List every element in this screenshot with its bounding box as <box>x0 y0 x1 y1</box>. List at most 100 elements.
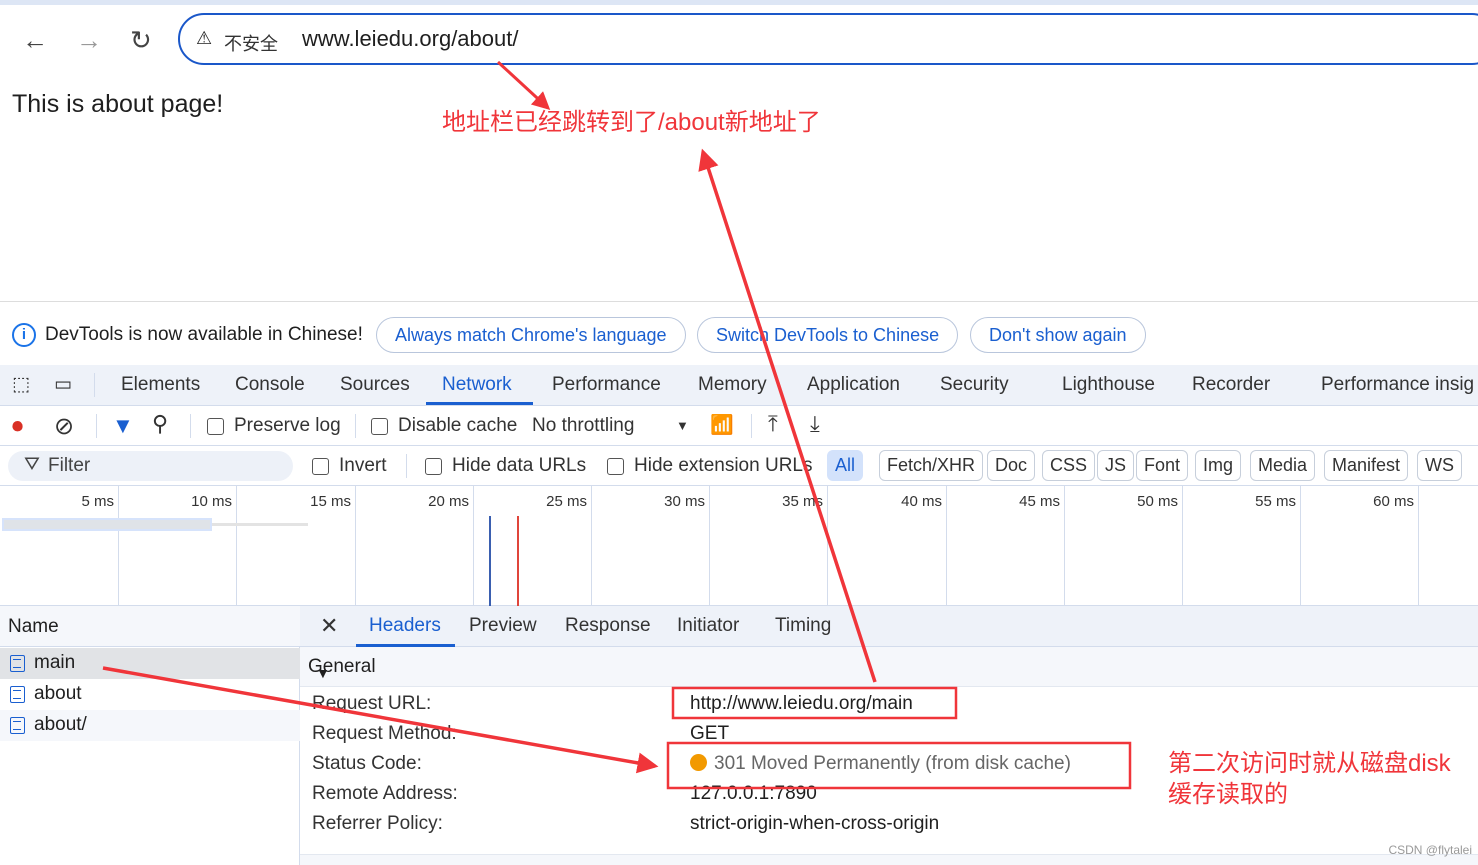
timeline-tick-label: 50 ms <box>1137 493 1178 510</box>
timeline-gridline <box>1064 486 1065 606</box>
details-tabbar: ✕ Headers Preview Response Initiator Tim… <box>300 606 1478 647</box>
name-header-label: Name <box>8 616 59 637</box>
reload-icon[interactable]: ↻ <box>130 27 152 53</box>
back-icon[interactable]: ← <box>22 27 48 53</box>
network-overview-timeline[interactable]: 5 ms 10 ms 15 ms 20 ms 25 ms 30 ms 35 ms 40 ms 4… <box>0 486 1478 606</box>
divider <box>190 414 191 438</box>
insecure-label[interactable]: 不安全 <box>224 30 278 56</box>
general-section-header[interactable]: ▼ General <box>300 647 1478 687</box>
preserve-log-checkbox[interactable] <box>207 418 224 435</box>
filter-placeholder: Filter <box>48 455 91 476</box>
upload-har-icon[interactable]: ⤒ <box>768 411 778 437</box>
status-text: 301 Moved Permanently (from disk cache) <box>714 753 1071 774</box>
dont-show-again-button[interactable]: Don't show again <box>970 317 1146 353</box>
timeline-gridline <box>1418 486 1419 606</box>
tab-security[interactable]: Security <box>940 374 1009 396</box>
tab-network[interactable]: Network <box>442 374 512 396</box>
request-name: main <box>34 652 76 673</box>
page-content: This is about page! <box>12 90 224 118</box>
document-icon <box>10 717 25 734</box>
request-method-value: GET <box>690 723 730 744</box>
clear-icon[interactable]: ⊘ <box>54 412 74 441</box>
type-filter-js[interactable]: JS <box>1097 450 1135 481</box>
tab-memory[interactable]: Memory <box>698 374 767 396</box>
device-toolbar-icon[interactable]: ▭ <box>54 373 72 396</box>
throttling-select[interactable]: No throttling <box>532 415 634 437</box>
stop-recording-icon[interactable]: ⏺ <box>12 413 23 439</box>
type-filter-font[interactable]: Font <box>1136 450 1189 481</box>
type-filter-css[interactable]: CSS <box>1042 450 1096 481</box>
timeline-gridline <box>1182 486 1183 606</box>
match-language-button[interactable]: Always match Chrome's language <box>376 317 686 353</box>
remote-address-value: 127.0.0.1:7890 <box>690 783 817 804</box>
request-row-about-slash[interactable]: about/ <box>0 710 300 741</box>
request-bar <box>2 518 212 531</box>
preserve-log-label: Preserve log <box>234 415 341 436</box>
dropdown-arrow-icon[interactable]: ▼ <box>676 418 689 433</box>
url-text[interactable]: www.leiedu.org/about/ <box>302 26 518 52</box>
warning-icon[interactable]: ⚠ <box>196 28 212 49</box>
type-filter-img[interactable]: Img <box>1195 450 1242 481</box>
referrer-policy-value: strict-origin-when-cross-origin <box>690 813 940 834</box>
tab-sources[interactable]: Sources <box>340 374 410 396</box>
request-url-value: http://www.leiedu.org/main <box>690 693 913 714</box>
hide-data-urls-label: Hide data URLs <box>452 455 587 476</box>
timeline-gridline <box>473 486 474 606</box>
tab-application[interactable]: Application <box>807 374 900 396</box>
active-tab-indicator <box>426 402 533 405</box>
tab-performance-insights[interactable]: Performance insig <box>1321 374 1474 396</box>
type-filter-media[interactable]: Media <box>1250 450 1316 481</box>
timeline-tick-label: 5 ms <box>81 493 114 510</box>
type-filter-all[interactable]: All <box>827 450 864 481</box>
status-code-key: Status Code: <box>312 753 422 774</box>
type-filter-fetch-xhr[interactable]: Fetch/XHR <box>879 450 984 481</box>
tab-preview[interactable]: Preview <box>469 615 537 637</box>
timeline-gridline <box>118 486 119 606</box>
infobar-message: DevTools is now available in Chinese! <box>45 324 363 345</box>
request-row-main[interactable]: main <box>0 648 300 679</box>
switch-chinese-button[interactable]: Switch DevTools to Chinese <box>697 317 959 353</box>
timeline-tick-label: 40 ms <box>901 493 942 510</box>
divider <box>406 454 407 478</box>
hide-data-urls-checkbox[interactable] <box>425 458 442 475</box>
timeline-gridline <box>1300 486 1301 606</box>
invert-checkbox[interactable] <box>312 458 329 475</box>
timeline-tick-label: 35 ms <box>782 493 823 510</box>
tab-timing[interactable]: Timing <box>775 615 831 637</box>
tab-lighthouse[interactable]: Lighthouse <box>1062 374 1155 396</box>
inspect-element-icon[interactable]: ⬚ <box>12 373 30 396</box>
tab-elements[interactable]: Elements <box>121 374 200 396</box>
devtools-tabbar: ⬚ ▭ Elements Console Sources Network Per… <box>0 365 1478 406</box>
request-method-key: Request Method: <box>312 723 457 744</box>
name-column-header[interactable]: Name <box>0 606 300 647</box>
timeline-gridline <box>236 486 237 606</box>
divider <box>355 414 356 438</box>
timeline-gridline <box>709 486 710 606</box>
download-har-icon[interactable]: ⤓ <box>810 411 820 437</box>
tab-initiator[interactable]: Initiator <box>677 615 739 637</box>
filter-icon[interactable]: ▼ <box>112 413 134 439</box>
address-bar[interactable]: ⚠ 不安全 www.leiedu.org/about/ <box>178 13 1478 65</box>
timeline-tick-label: 10 ms <box>191 493 232 510</box>
request-details: ✕ Headers Preview Response Initiator Tim… <box>300 606 1478 865</box>
search-icon[interactable]: ⚲ <box>152 411 168 437</box>
request-row-about[interactable]: about <box>0 679 300 710</box>
tab-console[interactable]: Console <box>235 374 305 396</box>
type-filter-manifest[interactable]: Manifest <box>1324 450 1409 481</box>
forward-icon[interactable]: → <box>76 27 102 53</box>
annotation-address: 地址栏已经跳转到了/about新地址了 <box>442 109 821 136</box>
type-filter-ws[interactable]: WS <box>1417 450 1462 481</box>
divider <box>751 414 752 438</box>
annotation-cache: 第二次访问时就从磁盘disk缓存读取的 <box>1168 750 1451 808</box>
tab-recorder[interactable]: Recorder <box>1192 374 1270 396</box>
filter-input[interactable]: ⛛ Filter <box>8 451 293 481</box>
disable-cache-checkbox[interactable] <box>371 418 388 435</box>
close-details-icon[interactable]: ✕ <box>320 613 338 639</box>
tab-headers[interactable]: Headers <box>369 615 441 637</box>
hide-extension-urls-checkbox[interactable] <box>607 458 624 475</box>
status-dot-icon <box>690 754 707 771</box>
tab-performance[interactable]: Performance <box>552 374 661 396</box>
network-conditions-icon[interactable]: 📶 <box>710 413 734 437</box>
type-filter-doc[interactable]: Doc <box>987 450 1036 481</box>
tab-response[interactable]: Response <box>565 615 651 637</box>
